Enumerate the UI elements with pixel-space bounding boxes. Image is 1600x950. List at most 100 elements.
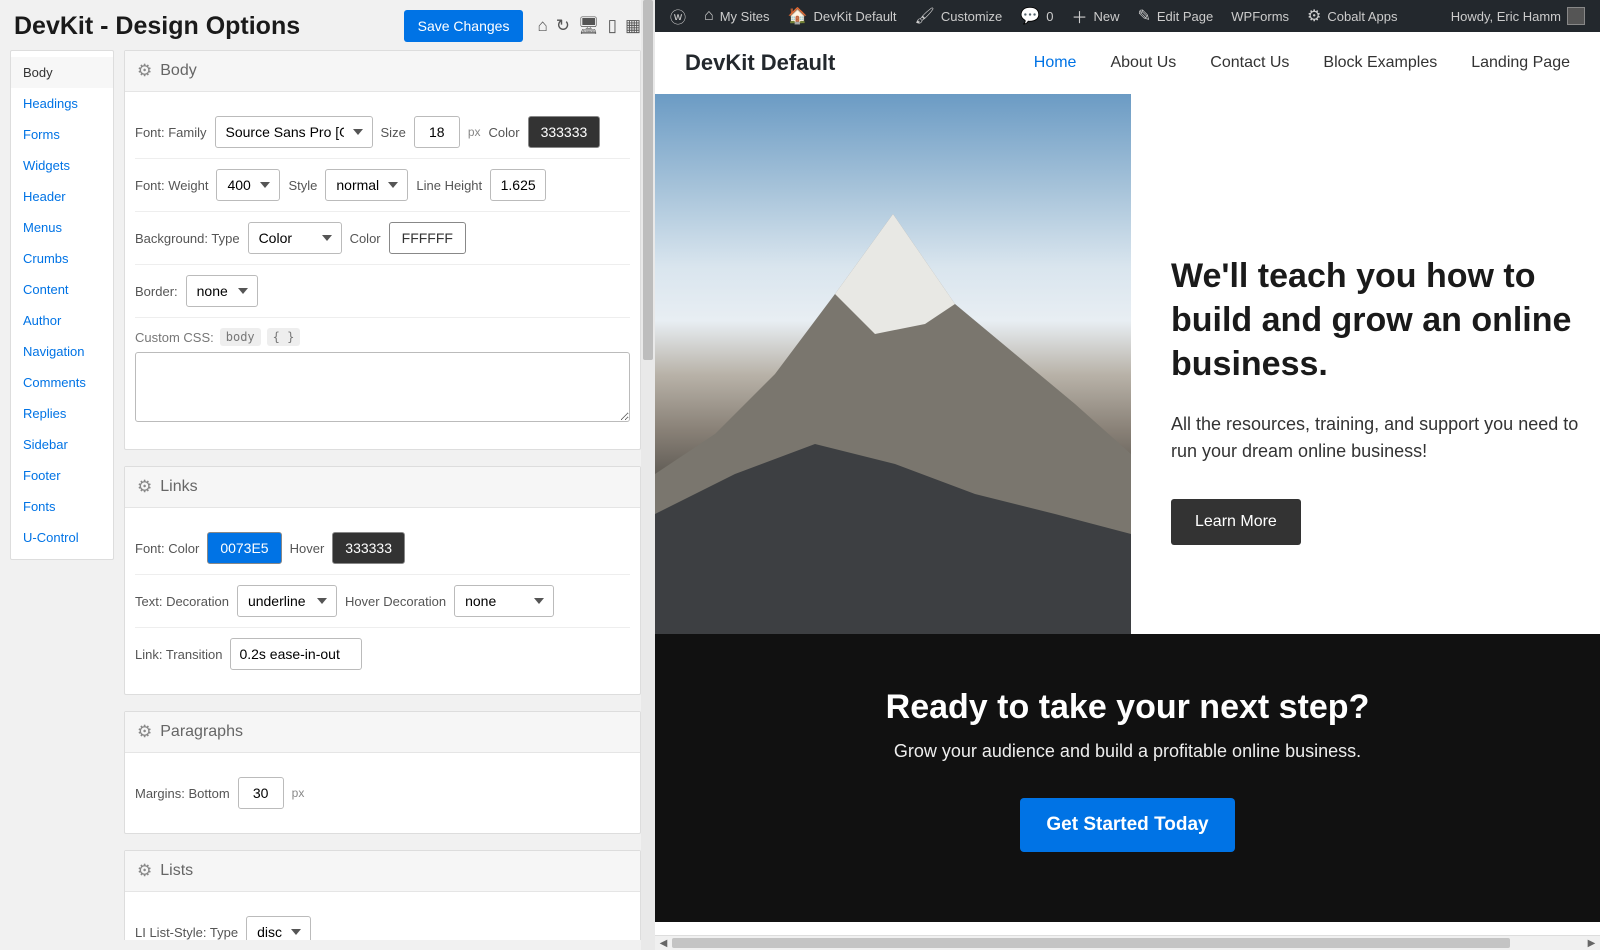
scrollbar-thumb[interactable] — [643, 0, 653, 360]
sidebar-item-crumbs[interactable]: Crumbs — [11, 243, 113, 274]
get-started-button[interactable]: Get Started Today — [1020, 798, 1234, 852]
sidebar-item-author[interactable]: Author — [11, 305, 113, 336]
sidebar-item-comments[interactable]: Comments — [11, 367, 113, 398]
learn-more-button[interactable]: Learn More — [1171, 499, 1301, 545]
hover-color-swatch[interactable]: 333333 — [332, 532, 405, 564]
gear-icon: ⚙ — [137, 861, 152, 881]
gear-icon: ⚙ — [137, 61, 152, 81]
cta-text: Grow your audience and build a profitabl… — [675, 741, 1580, 762]
section-sidebar: BodyHeadingsFormsWidgetsHeaderMenusCrumb… — [10, 50, 114, 560]
body-card: ⚙ Body Font: Family Source Sans Pro [G] … — [124, 50, 641, 450]
css-braces-tag: { } — [267, 328, 301, 346]
sidebar-item-replies[interactable]: Replies — [11, 398, 113, 429]
design-options-panel: DevKit - Design Options Save Changes ⌂ ↻… — [0, 0, 655, 950]
new[interactable]: ＋New — [1062, 0, 1128, 32]
font-color-swatch[interactable]: 333333 — [528, 116, 601, 148]
paragraphs-card: ⚙Paragraphs Margins: Bottom px — [124, 711, 641, 834]
card-title: Paragraphs — [160, 723, 243, 741]
hero-section: We'll teach you how to build and grow an… — [655, 94, 1600, 634]
options-column[interactable]: ⚙ Body Font: Family Source Sans Pro [G] … — [124, 50, 645, 940]
sidebar-item-sidebar[interactable]: Sidebar — [11, 429, 113, 460]
my-sites[interactable]: ⌂My Sites — [695, 0, 779, 32]
bg-type-select[interactable]: Color — [248, 222, 342, 254]
site-title[interactable]: DevKit Default — [685, 50, 835, 76]
horizontal-scrollbar[interactable]: ◀ ▶ — [655, 935, 1600, 950]
nav-link-about-us[interactable]: About Us — [1110, 54, 1176, 72]
customize[interactable]: 🖌Customize — [906, 0, 1012, 32]
link-color-swatch[interactable]: 0073E5 — [207, 532, 281, 564]
refresh-icon[interactable]: ↻ — [556, 16, 570, 36]
desktop-icon[interactable]: 🖥 — [578, 16, 600, 36]
body-card-header: ⚙ Body — [125, 51, 640, 92]
sidebar-item-content[interactable]: Content — [11, 274, 113, 305]
cta-heading: Ready to take your next step? — [675, 688, 1580, 727]
border-label: Border: — [135, 284, 178, 299]
weight-select[interactable]: 400 — [216, 169, 280, 201]
scrollbar-track[interactable] — [641, 0, 655, 950]
scroll-left-arrow[interactable]: ◀ — [655, 936, 672, 950]
hero-heading: We'll teach you how to build and grow an… — [1171, 254, 1590, 387]
li-style-label: LI List-Style: Type — [135, 925, 238, 940]
hero-text: All the resources, training, and support… — [1171, 411, 1590, 465]
custom-css-label: Custom CSS: — [135, 330, 214, 345]
wpforms[interactable]: WPForms — [1222, 0, 1298, 32]
bg-color-swatch[interactable]: FFFFFF — [389, 222, 466, 254]
font-family-select[interactable]: Source Sans Pro [G] — [215, 116, 373, 148]
hover-deco-select[interactable]: none — [454, 585, 554, 617]
edit-page[interactable]: ✎Edit Page — [1128, 0, 1222, 32]
sidebar-item-menus[interactable]: Menus — [11, 212, 113, 243]
hero-image — [655, 94, 1131, 634]
links-card: ⚙Links Font: Color 0073E5 Hover 333333 T… — [124, 466, 641, 695]
nav-link-landing-page[interactable]: Landing Page — [1471, 54, 1570, 72]
hover-label: Hover — [290, 541, 325, 556]
howdy-user[interactable]: Howdy, Eric Hamm — [1442, 7, 1594, 25]
p-margin-input[interactable] — [238, 777, 284, 809]
weight-label: Font: Weight — [135, 178, 208, 193]
hover-deco-label: Hover Decoration — [345, 594, 446, 609]
sidebar-item-widgets[interactable]: Widgets — [11, 150, 113, 181]
sidebar-item-footer[interactable]: Footer — [11, 460, 113, 491]
bg-color-label: Color — [350, 231, 381, 246]
wp-logo[interactable]: ⓦ — [661, 0, 695, 32]
tablet-icon[interactable]: ▯ — [608, 16, 617, 36]
site-name[interactable]: 🏠DevKit Default — [779, 0, 906, 32]
nav-link-home[interactable]: Home — [1034, 54, 1077, 72]
transition-label: Link: Transition — [135, 647, 222, 662]
transition-input[interactable] — [230, 638, 362, 670]
deco-select[interactable]: underline — [237, 585, 337, 617]
sidebar-item-header[interactable]: Header — [11, 181, 113, 212]
h-scroll-thumb[interactable] — [672, 938, 1510, 948]
style-select[interactable]: normal — [325, 169, 408, 201]
li-style-select[interactable]: disc — [246, 916, 311, 940]
panel-header: DevKit - Design Options Save Changes ⌂ ↻… — [0, 0, 655, 50]
size-input[interactable] — [414, 116, 460, 148]
cta-section: Ready to take your next step? Grow your … — [655, 634, 1600, 922]
sidebar-item-fonts[interactable]: Fonts — [11, 491, 113, 522]
card-title: Links — [160, 478, 197, 496]
nav-link-block-examples[interactable]: Block Examples — [1323, 54, 1437, 72]
avatar — [1567, 7, 1585, 25]
sidebar-item-forms[interactable]: Forms — [11, 119, 113, 150]
custom-css-textarea[interactable] — [135, 352, 630, 422]
home-icon[interactable]: ⌂ — [537, 16, 547, 36]
mobile-icon[interactable]: ▦ — [625, 16, 641, 36]
lineheight-label: Line Height — [416, 178, 482, 193]
bg-type-label: Background: Type — [135, 231, 240, 246]
save-button[interactable]: Save Changes — [404, 10, 524, 42]
nav-link-contact-us[interactable]: Contact Us — [1210, 54, 1289, 72]
sidebar-item-body[interactable]: Body — [11, 57, 113, 88]
cobalt-apps[interactable]: ⚙Cobalt Apps — [1298, 0, 1406, 32]
font-family-label: Font: Family — [135, 125, 207, 140]
comments[interactable]: 💬0 — [1011, 0, 1062, 32]
gear-icon: ⚙ — [137, 477, 152, 497]
scroll-right-arrow[interactable]: ▶ — [1583, 936, 1600, 950]
primary-nav: Home About Us Contact Us Block Examples Land… — [1034, 54, 1570, 72]
gear-icon: ⚙ — [137, 722, 152, 742]
sidebar-item-u-control[interactable]: U-Control — [11, 522, 113, 553]
border-select[interactable]: none — [186, 275, 258, 307]
sidebar-item-headings[interactable]: Headings — [11, 88, 113, 119]
sidebar-item-navigation[interactable]: Navigation — [11, 336, 113, 367]
wp-admin-bar: ⓦ ⌂My Sites 🏠DevKit Default 🖌Customize 💬… — [655, 0, 1600, 32]
lineheight-input[interactable] — [490, 169, 546, 201]
color-label: Color — [489, 125, 520, 140]
